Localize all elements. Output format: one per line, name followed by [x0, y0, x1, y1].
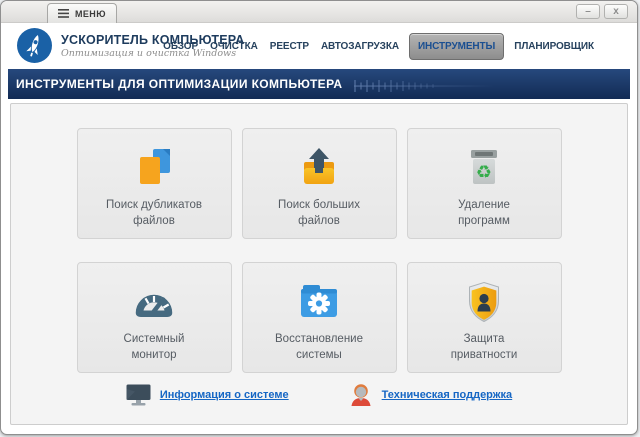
- tool-label: Восстановление системы: [275, 331, 363, 363]
- system-restore-icon: [297, 280, 341, 324]
- tool-label: Удаление программ: [458, 197, 510, 229]
- tab-planirovschik[interactable]: ПЛАНИРОВЩИК: [508, 35, 600, 58]
- tech-support-link-row: Техническая поддержка: [349, 383, 513, 407]
- menu-button[interactable]: МЕНЮ: [47, 3, 117, 23]
- system-info-link-row: Информация о системе: [126, 383, 289, 407]
- footer-links: Информация о системе Техническая поддерж…: [11, 383, 627, 407]
- tool-card-system-restore[interactable]: Восстановление системы: [242, 262, 397, 373]
- menu-button-label: МЕНЮ: [75, 9, 106, 19]
- tech-support-link[interactable]: Техническая поддержка: [382, 389, 513, 401]
- tool-card-duplicate-files[interactable]: Поиск дубликатов файлов: [77, 128, 232, 239]
- rocket-logo-icon: [17, 28, 52, 63]
- tool-label: Защита приватности: [451, 331, 518, 363]
- duplicate-files-icon: [132, 146, 176, 190]
- tool-card-uninstall-programs[interactable]: ♻ Удаление программ: [407, 128, 562, 239]
- section-header: ИНСТРУМЕНТЫ ДЛЯ ОПТИМИЗАЦИИ КОМПЬЮТЕРА: [8, 69, 630, 99]
- big-files-icon: [297, 146, 341, 190]
- ruler-decoration-icon: [353, 78, 503, 94]
- nav-tabs: ОБЗОР ОЧИСТКА РЕЕСТР АВТОЗАГРУЗКА ИНСТРУ…: [157, 23, 600, 69]
- system-monitor-icon: [132, 280, 176, 324]
- hamburger-icon: [58, 9, 69, 18]
- navbar: УСКОРИТЕЛЬ КОМПЬЮТЕРА Оптимизация и очис…: [1, 23, 637, 69]
- window-controls: – x: [576, 4, 628, 19]
- content-panel: Поиск дубликатов файлов Поиск: [10, 103, 628, 425]
- tab-ochistka[interactable]: ОЧИСТКА: [204, 35, 264, 58]
- tool-label: Поиск больших файлов: [278, 197, 360, 229]
- titlebar: МЕНЮ – x: [1, 1, 637, 23]
- tab-instrumenty[interactable]: ИНСТРУМЕНТЫ: [409, 33, 504, 60]
- tab-avtozagruzka[interactable]: АВТОЗАГРУЗКА: [315, 35, 405, 58]
- tool-label: Системный монитор: [124, 331, 185, 363]
- tool-label: Поиск дубликатов файлов: [106, 197, 202, 229]
- tab-obzor[interactable]: ОБЗОР: [157, 35, 204, 58]
- tool-card-big-files[interactable]: Поиск больших файлов: [242, 128, 397, 239]
- system-info-link[interactable]: Информация о системе: [160, 389, 289, 401]
- svg-text:♻: ♻: [476, 162, 492, 183]
- tool-card-privacy[interactable]: Защита приватности: [407, 262, 562, 373]
- close-button[interactable]: x: [604, 4, 628, 19]
- app-window: МЕНЮ – x УСКОРИТЕЛЬ КОМПЬЮТЕРА Оптимиза: [0, 0, 638, 435]
- monitor-icon: [126, 384, 151, 406]
- minimize-button[interactable]: –: [576, 4, 600, 19]
- section-title: ИНСТРУМЕНТЫ ДЛЯ ОПТИМИЗАЦИИ КОМПЬЮТЕРА: [16, 77, 343, 91]
- privacy-shield-icon: [462, 280, 506, 324]
- tab-reestr[interactable]: РЕЕСТР: [264, 35, 315, 58]
- tools-grid: Поиск дубликатов файлов Поиск: [77, 128, 562, 373]
- tool-card-system-monitor[interactable]: Системный монитор: [77, 262, 232, 373]
- support-person-icon: [349, 383, 373, 407]
- uninstall-programs-icon: ♻: [462, 146, 506, 190]
